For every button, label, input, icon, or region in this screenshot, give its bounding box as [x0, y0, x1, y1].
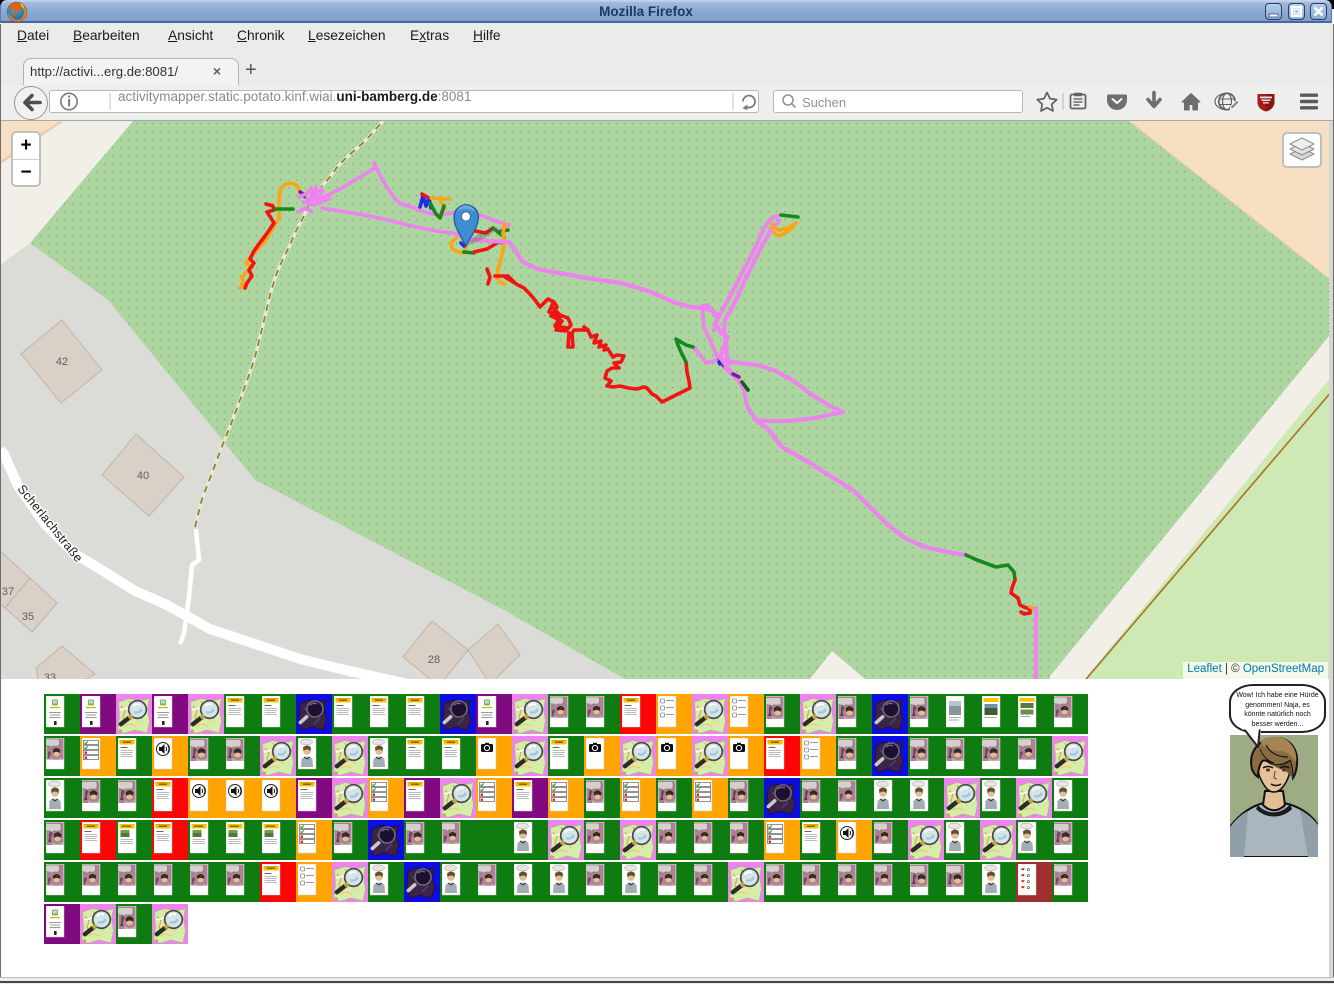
svg-text:28: 28: [428, 654, 440, 666]
svg-text:33: 33: [44, 672, 56, 679]
svg-text:42: 42: [56, 356, 68, 368]
svg-text:40: 40: [137, 470, 149, 482]
svg-text:35: 35: [22, 611, 34, 623]
svg-text:37: 37: [2, 586, 14, 598]
